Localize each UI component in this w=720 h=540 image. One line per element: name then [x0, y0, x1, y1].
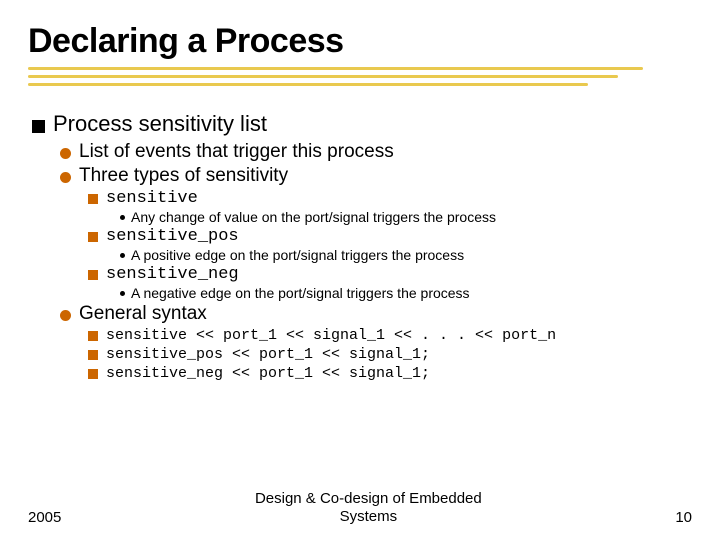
code-line-2: sensitive_pos << port_1 << signal_1;	[88, 346, 692, 363]
bullet-l3-sensitive-pos: sensitive_pos	[88, 227, 692, 246]
circle-bullet-icon	[60, 172, 71, 183]
title-underline	[28, 67, 692, 93]
code-text: sensitive << port_1 << signal_1 << . . .…	[106, 327, 556, 344]
text-l4: A positive edge on the port/signal trigg…	[131, 247, 464, 263]
dot-bullet-icon	[120, 291, 125, 296]
small-square-bullet-icon	[88, 194, 98, 204]
bullet-l4-posedge: A positive edge on the port/signal trigg…	[120, 247, 692, 263]
bullet-l4-negedge: A negative edge on the port/signal trigg…	[120, 285, 692, 301]
small-square-bullet-icon	[88, 350, 98, 360]
text-l4: A negative edge on the port/signal trigg…	[131, 285, 470, 301]
small-square-bullet-icon	[88, 232, 98, 242]
small-square-bullet-icon	[88, 369, 98, 379]
dot-bullet-icon	[120, 215, 125, 220]
text-l3-code: sensitive_pos	[106, 227, 239, 246]
code-line-1: sensitive << port_1 << signal_1 << . . .…	[88, 327, 692, 344]
text-l2: General syntax	[79, 303, 207, 325]
bullet-l4-anychange: Any change of value on the port/signal t…	[120, 209, 692, 225]
slide: Declaring a Process Process sensitivity …	[0, 0, 720, 540]
code-text: sensitive_pos << port_1 << signal_1;	[106, 346, 430, 363]
circle-bullet-icon	[60, 148, 71, 159]
bullet-l1-sensitivity: Process sensitivity list	[32, 111, 692, 137]
code-line-3: sensitive_neg << port_1 << signal_1;	[88, 365, 692, 382]
text-l4: Any change of value on the port/signal t…	[131, 209, 496, 225]
footer-center-line1: Design & Co-design of Embedded	[255, 490, 482, 507]
text-l3-code: sensitive_neg	[106, 265, 239, 284]
small-square-bullet-icon	[88, 270, 98, 280]
footer-year: 2005	[28, 509, 61, 526]
slide-footer: 2005 Design & Co-design of Embedded Syst…	[28, 490, 692, 526]
dot-bullet-icon	[120, 253, 125, 258]
footer-page-number: 10	[675, 509, 692, 526]
bullet-l2-three-types: Three types of sensitivity	[60, 165, 692, 187]
text-l1: Process sensitivity list	[53, 111, 267, 137]
text-l2: List of events that trigger this process	[79, 141, 394, 163]
square-bullet-icon	[32, 120, 45, 133]
small-square-bullet-icon	[88, 331, 98, 341]
bullet-l2-general-syntax: General syntax	[60, 303, 692, 325]
slide-title: Declaring a Process	[28, 22, 692, 61]
bullet-l3-sensitive: sensitive	[88, 189, 692, 208]
footer-course-title: Design & Co-design of Embedded Systems	[61, 490, 675, 526]
footer-center-line2: Systems	[340, 508, 398, 525]
bullet-l3-sensitive-neg: sensitive_neg	[88, 265, 692, 284]
bullet-l2-list-events: List of events that trigger this process	[60, 141, 692, 163]
text-l3-code: sensitive	[106, 189, 198, 208]
code-text: sensitive_neg << port_1 << signal_1;	[106, 365, 430, 382]
circle-bullet-icon	[60, 310, 71, 321]
text-l2: Three types of sensitivity	[79, 165, 288, 187]
